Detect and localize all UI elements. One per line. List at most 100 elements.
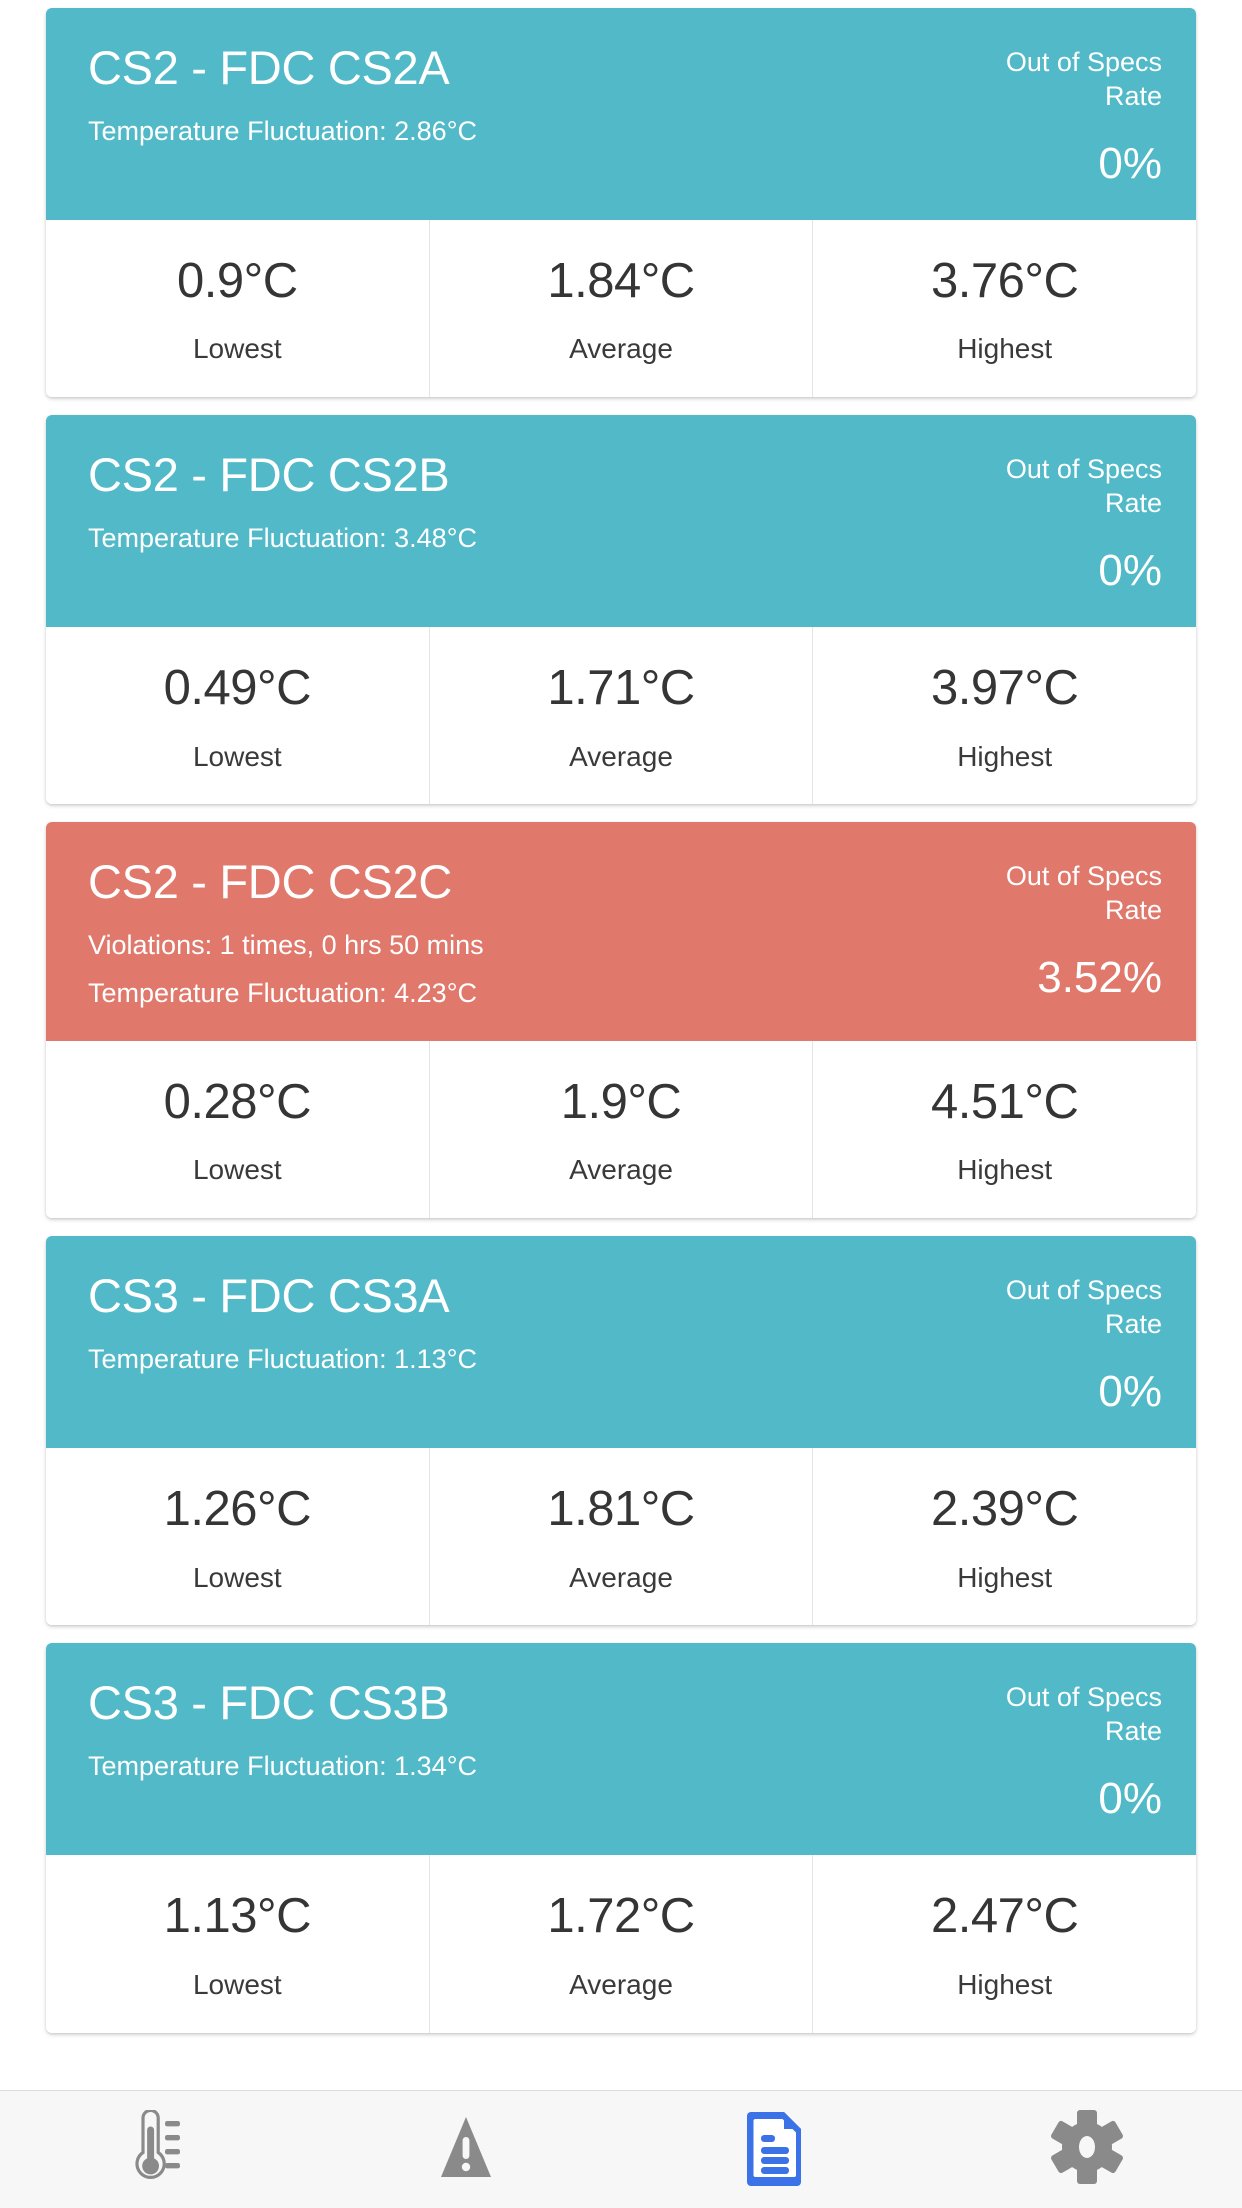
out-of-specs-rate-label: Out of Specs Rate (1005, 861, 1162, 926)
stat-label: Lowest (192, 1968, 282, 2000)
stat-label: Average (569, 333, 673, 365)
card-title: CS2 - FDC CS2C (88, 855, 453, 909)
out-of-specs-rate-value: 0% (1098, 1366, 1162, 1416)
stat-label: Highest (957, 740, 1053, 772)
stat-label: Highest (957, 1561, 1053, 1593)
stat-value: 0.9°C (177, 254, 298, 308)
stat-label: Highest (957, 1968, 1053, 2000)
temperature-fluctuation-text: Temperature Fluctuation: 2.86°C (88, 115, 477, 146)
out-of-specs-rate-value: 0% (1098, 545, 1162, 595)
card-header-right: Out of Specs Rate 0% (947, 42, 1162, 188)
stat-value: 2.39°C (931, 1482, 1079, 1537)
card-header-left: CS3 - FDC CS3A Temperature Fluctuation: 1… (88, 1270, 477, 1377)
out-of-specs-rate-value: 3.52% (1037, 952, 1162, 1002)
tab-temperature[interactable] (0, 2091, 311, 2208)
stat-value: 0.49°C (163, 661, 312, 716)
card-stats-row: 1.26°C Lowest 1.81°C Average 2.39°C Highest (46, 1448, 1196, 1626)
stat-cell: 0.49°C Lowest (46, 627, 430, 805)
temperature-fluctuation-text: Temperature Fluctuation: 1.34°C (88, 1751, 477, 1782)
stat-label: Lowest (192, 1561, 282, 1593)
tab-alerts[interactable] (311, 2091, 622, 2208)
stat-label: Average (569, 1968, 673, 2000)
stat-cell: 1.13°C Lowest (46, 1855, 430, 2033)
card-stats-row: 0.9°C Lowest 1.84°C Average 3.76°C Highest (46, 220, 1196, 398)
stat-cell: 0.28°C Lowest (46, 1040, 430, 1219)
stat-cell: 4.51°C Highest (813, 1041, 1196, 1218)
card-stats-row: 1.13°C Lowest 1.72°C Average 2.47°C Highest (46, 1855, 1196, 2033)
warning-triangle-icon (430, 2111, 502, 2188)
card-header: CS2 - FDC CS2B Temperature Fluctuation: 3… (46, 415, 1196, 628)
stat-cell: 3.76°C Highest (813, 220, 1196, 397)
thermometer-icon (125, 2108, 185, 2189)
stat-value: 1.81°C (547, 1482, 695, 1537)
bottom-tab-bar (0, 2090, 1242, 2208)
monitoring-card[interactable]: CS2 - FDC CS2C Violations: 1 times, 0 hrs… (46, 822, 1196, 1219)
stat-label: Lowest (192, 333, 282, 365)
card-title: CS2 - FDC CS2B (88, 448, 450, 502)
stat-value: 1.72°C (547, 1889, 695, 1944)
card-header-left: CS2 - FDC CS2B Temperature Fluctuation: 3… (88, 449, 477, 556)
stat-cell: 1.71°C Average (430, 627, 814, 805)
stat-value: 1.26°C (163, 1482, 312, 1537)
stat-label: Highest (957, 333, 1053, 365)
stat-value: 2.47°C (931, 1889, 1079, 1944)
card-header-left: CS3 - FDC CS3B Temperature Fluctuation: 1… (88, 1677, 477, 1784)
card-header: CS2 - FDC CS2C Violations: 1 times, 0 hrs… (46, 822, 1196, 1041)
stat-value: 1.13°C (163, 1889, 312, 1944)
stat-cell: 1.72°C Average (430, 1855, 814, 2033)
gear-settings-icon (1049, 2109, 1125, 2190)
stat-label: Average (569, 1154, 673, 1186)
stat-cell: 1.9°C Average (430, 1040, 814, 1219)
card-header-right: Out of Specs Rate 0% (947, 1270, 1162, 1416)
temperature-fluctuation-text: Temperature Fluctuation: 4.23°C (88, 977, 477, 1008)
card-header-left: CS2 - FDC CS2A Temperature Fluctuation: 2… (88, 41, 477, 149)
monitoring-card-list[interactable]: CS2 - FDC CS2A Temperature Fluctuation: 2… (0, 0, 1242, 2090)
stat-value: 1.71°C (547, 661, 695, 716)
out-of-specs-rate-label: Out of Specs Rate (1005, 47, 1162, 111)
out-of-specs-rate-label: Out of Specs Rate (1005, 454, 1162, 518)
stat-cell: 1.84°C Average (430, 220, 814, 398)
card-header-right: Out of Specs Rate 3.52% (947, 856, 1162, 1002)
stat-cell: 2.47°C Highest (813, 1855, 1196, 2032)
stat-label: Lowest (192, 1154, 282, 1186)
app-root: CS2 - FDC CS2A Temperature Fluctuation: 2… (0, 0, 1242, 2208)
stat-cell: 0.9°C Lowest (46, 220, 430, 398)
monitoring-card[interactable]: CS2 - FDC CS2B Temperature Fluctuation: 3… (46, 415, 1196, 805)
stat-value: 3.97°C (931, 661, 1079, 716)
card-header: CS3 - FDC CS3B Temperature Fluctuation: 1… (46, 1643, 1196, 1856)
card-header: CS2 - FDC CS2A Temperature Fluctuation: 2… (46, 8, 1196, 220)
card-header-left: CS2 - FDC CS2C Violations: 1 times, 0 hrs… (88, 856, 484, 1011)
stat-value: 4.51°C (931, 1074, 1079, 1129)
card-header: CS3 - FDC CS3A Temperature Fluctuation: 1… (46, 1236, 1196, 1449)
card-header-right: Out of Specs Rate 0% (947, 449, 1162, 595)
document-report-icon (745, 2108, 807, 2191)
stat-cell: 2.39°C Highest (813, 1448, 1196, 1625)
stat-value: 3.76°C (931, 254, 1079, 308)
stat-cell: 3.97°C Highest (813, 627, 1196, 804)
out-of-specs-rate-value: 0% (1098, 1773, 1162, 1823)
out-of-specs-rate-value: 0% (1098, 138, 1162, 188)
tab-settings[interactable] (932, 2091, 1242, 2208)
stat-label: Highest (957, 1154, 1053, 1186)
tab-reports[interactable] (621, 2091, 932, 2208)
monitoring-card[interactable]: CS3 - FDC CS3B Temperature Fluctuation: 1… (46, 1643, 1196, 2033)
stat-value: 0.28°C (163, 1074, 312, 1129)
stat-value: 1.9°C (560, 1074, 682, 1129)
violations-text: Violations: 1 times, 0 hrs 50 mins (88, 930, 484, 961)
out-of-specs-rate-label: Out of Specs Rate (1005, 1682, 1162, 1747)
out-of-specs-rate-label: Out of Specs Rate (1005, 1275, 1162, 1339)
stat-label: Lowest (192, 740, 282, 772)
temperature-fluctuation-text: Temperature Fluctuation: 1.13°C (88, 1343, 477, 1374)
card-stats-row: 0.49°C Lowest 1.71°C Average 3.97°C Highest (46, 627, 1196, 805)
stat-value: 1.84°C (547, 254, 695, 308)
card-title: CS3 - FDC CS3A (88, 1269, 450, 1323)
monitoring-card[interactable]: CS2 - FDC CS2A Temperature Fluctuation: 2… (46, 8, 1196, 398)
temperature-fluctuation-text: Temperature Fluctuation: 3.48°C (88, 522, 477, 553)
card-title: CS3 - FDC CS3B (88, 1676, 450, 1730)
card-title: CS2 - FDC CS2A (88, 41, 450, 94)
stat-label: Average (569, 1561, 673, 1593)
stat-cell: 1.26°C Lowest (46, 1448, 430, 1626)
monitoring-card[interactable]: CS3 - FDC CS3A Temperature Fluctuation: 1… (46, 1236, 1196, 1626)
stat-cell: 1.81°C Average (430, 1448, 814, 1626)
card-header-right: Out of Specs Rate 0% (947, 1677, 1162, 1823)
